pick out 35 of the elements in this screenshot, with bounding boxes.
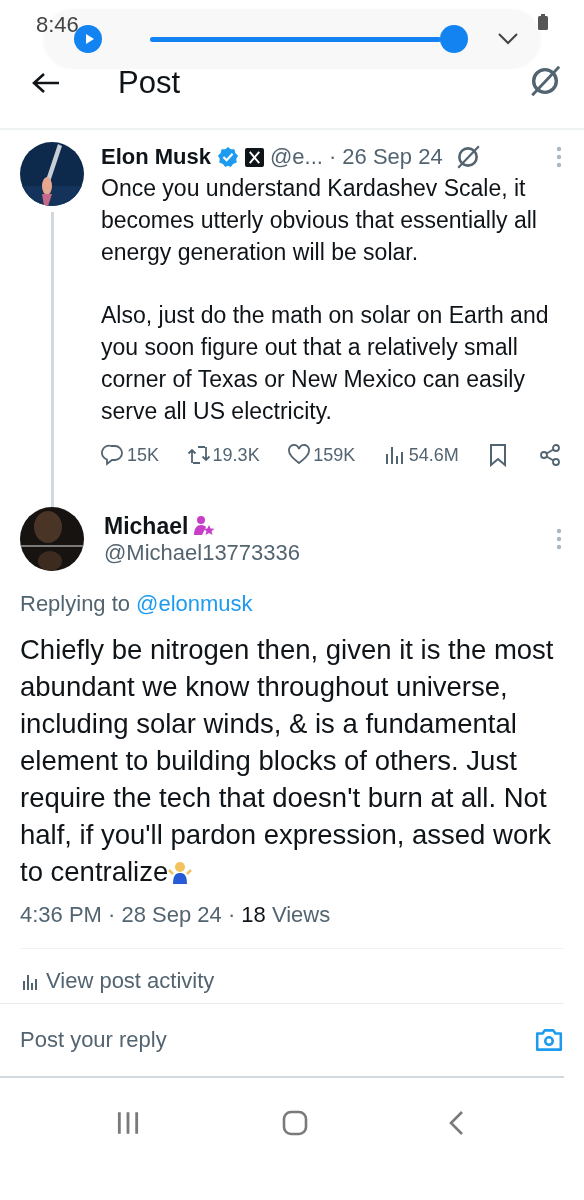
- heart-icon: [287, 443, 312, 467]
- speech-bubble-icon: [101, 443, 125, 467]
- play-icon: [83, 33, 95, 45]
- stat-button[interactable]: 15K: [101, 443, 160, 467]
- shrug-emoji-icon: [168, 860, 193, 884]
- stat-button[interactable]: 54.6M: [382, 443, 459, 467]
- page-title: Post: [118, 65, 182, 101]
- recent-apps-icon[interactable]: [115, 1110, 141, 1136]
- back-arrow-icon[interactable]: [32, 72, 60, 94]
- subscriber-star-icon: [192, 514, 217, 538]
- reply-text: Chiefly be nitrogen then, given it is the most abundant we know throughout universe, including solar winds, & is a fundamental element to building blocks of others. Just require the tech that doesn't burn at all. Not half, if you'll pardon expression, assed work to centralize: [20, 633, 555, 889]
- home-icon[interactable]: [281, 1110, 308, 1136]
- reply-input[interactable]: Post your reply: [20, 1027, 534, 1053]
- slider-thumb[interactable]: [440, 25, 469, 53]
- post-text: Once you understand Kardashev Scale, it becomes utterly obvious that essentially all energy generation will be solar.: [101, 174, 538, 267]
- share-icon[interactable]: [537, 443, 562, 467]
- post-timestamp: 4:36 PM · 28 Sep 24 · 18 Views: [19, 901, 332, 928]
- view-activity-link[interactable]: View post activity: [0, 949, 584, 993]
- post-text: Also, just do the math on solar on Earth and you soon figure out that a relatively small corner of Texas or New Mexico can easily serve all US electricity.: [101, 301, 550, 426]
- chevron-down-icon[interactable]: [498, 33, 518, 45]
- stat-button[interactable]: 159K: [287, 443, 356, 467]
- affiliate-logo-icon: [245, 147, 264, 167]
- back-icon[interactable]: [448, 1110, 464, 1136]
- author-handle: @e...: [270, 144, 323, 170]
- stat-button[interactable]: 19.3K: [186, 443, 260, 467]
- status-time: 8:46: [36, 12, 79, 38]
- camera-icon[interactable]: [534, 1027, 564, 1053]
- bar-chart-icon: [22, 972, 38, 990]
- author-name[interactable]: Michael: [104, 512, 189, 540]
- post-date: · 26 Sep 24: [328, 144, 443, 170]
- replying-label: Replying to: [20, 591, 131, 617]
- author-name[interactable]: Elon Musk: [101, 144, 211, 170]
- author-handle: @Michael13773336: [104, 539, 302, 566]
- battery-icon: [538, 14, 548, 30]
- repost-arrows-icon: [186, 443, 211, 467]
